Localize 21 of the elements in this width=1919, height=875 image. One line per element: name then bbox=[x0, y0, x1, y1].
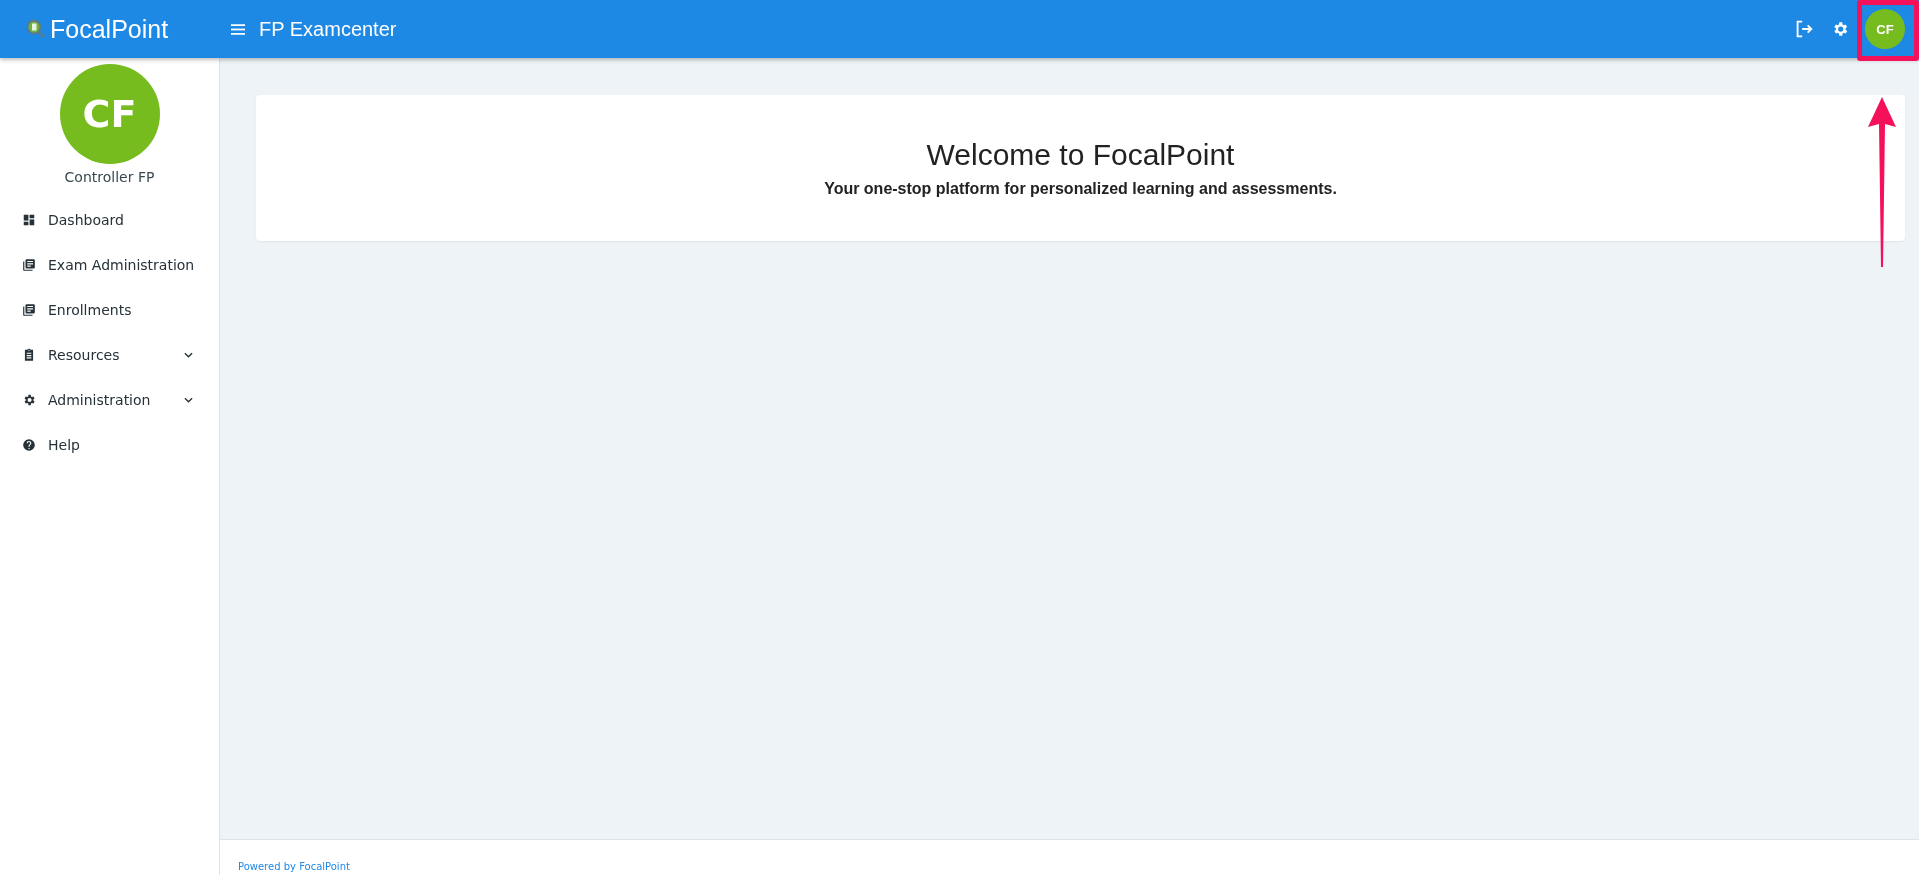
powered-by-link[interactable]: Powered by FocalPoint bbox=[238, 861, 350, 872]
library-icon bbox=[22, 257, 36, 272]
settings-icon bbox=[22, 392, 36, 407]
library-icon bbox=[22, 302, 36, 317]
clipboard-icon bbox=[22, 347, 36, 362]
nav-item[interactable]: Dashboard bbox=[0, 197, 219, 242]
profile-avatar: CF bbox=[59, 64, 160, 164]
magnifier-logo-icon bbox=[26, 19, 46, 39]
dashboard-icon bbox=[22, 212, 36, 227]
app-title: FP Examcenter bbox=[259, 17, 397, 41]
welcome-title: Welcome to FocalPoint bbox=[926, 138, 1235, 172]
profile-name: Controller FP bbox=[64, 169, 155, 185]
nav-item[interactable]: Enrollments bbox=[0, 287, 219, 332]
menu-icon[interactable] bbox=[231, 23, 245, 35]
nav-item[interactable]: Exam Administration bbox=[0, 242, 219, 287]
help-icon bbox=[22, 437, 36, 452]
nav-item[interactable]: Help bbox=[0, 422, 219, 467]
brand-name[interactable]: FocalPoint bbox=[50, 14, 169, 44]
nav-item[interactable]: Administration bbox=[0, 377, 219, 422]
nav-item[interactable]: Resources bbox=[0, 332, 219, 377]
welcome-subtitle: Your one-stop platform for personalized learning and assessments. bbox=[824, 180, 1337, 198]
